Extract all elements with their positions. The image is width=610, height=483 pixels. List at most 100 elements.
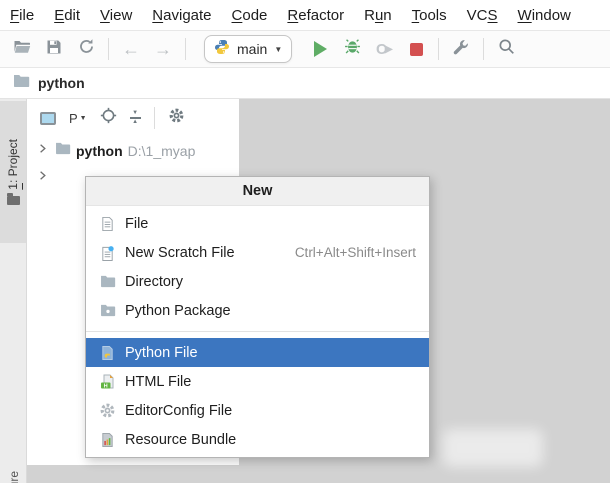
sync-icon — [78, 38, 95, 60]
tree-row-python-root[interactable]: python D:\1_myap — [27, 137, 239, 164]
breadcrumb-project[interactable]: python — [38, 75, 85, 91]
settings-wrench-button[interactable] — [451, 38, 471, 60]
file-icon — [99, 215, 116, 232]
menu-item-label: Python File — [125, 345, 198, 361]
folder-icon — [7, 196, 20, 205]
menu-item-file[interactable]: File — [86, 209, 429, 238]
editorconfig-file-icon — [99, 402, 116, 419]
run-icon — [314, 41, 327, 57]
python-package-icon — [99, 302, 116, 319]
view-selector[interactable]: P ▼ — [69, 111, 87, 126]
open-project-icon — [13, 39, 31, 60]
menu-navigate[interactable]: Navigate — [152, 7, 211, 24]
save-all-icon — [46, 39, 62, 60]
menu-item-label: EditorConfig File — [125, 403, 232, 419]
menu-code[interactable]: Code — [232, 7, 268, 24]
menu-item-label: Directory — [125, 274, 183, 290]
collapse-all-icon: ▼▲ — [130, 111, 141, 125]
separator — [108, 38, 109, 60]
search-everywhere-button[interactable] — [496, 38, 516, 60]
python-logo-icon — [214, 39, 230, 60]
menu-item-label: New Scratch File — [125, 245, 235, 261]
menu-item-label: Resource Bundle — [125, 432, 236, 448]
menu-item-label: File — [125, 216, 148, 232]
save-all-button[interactable] — [44, 38, 64, 60]
back-button[interactable]: ← — [121, 38, 141, 60]
menu-item-python-package[interactable]: Python Package — [86, 296, 429, 325]
menu-group-1: File New Scratch File Ctrl+Alt+Shift+Ins… — [86, 206, 429, 328]
menu-item-label: HTML File — [125, 374, 191, 390]
folder-icon — [13, 74, 30, 93]
menu-vcs[interactable]: VCS — [467, 7, 498, 24]
menu-edit[interactable]: Edit — [54, 7, 80, 24]
separator — [438, 38, 439, 60]
svg-text:H: H — [103, 383, 107, 389]
debug-icon — [344, 38, 361, 60]
chevron-down-icon: ▼ — [80, 115, 87, 122]
menu-run[interactable]: Run — [364, 7, 392, 24]
folder-icon — [55, 142, 71, 160]
menu-item-editorconfig-file[interactable]: EditorConfig File — [86, 396, 429, 425]
project-view-button[interactable] — [40, 112, 56, 125]
popup-title: New — [86, 177, 429, 206]
separator — [86, 331, 429, 332]
python-file-icon — [99, 344, 116, 361]
tool-window-tab-structure[interactable]: ure — [7, 471, 21, 483]
menu-bar: File Edit View Navigate Code Refactor Ru… — [0, 0, 610, 30]
pycharm-window: File Edit View Navigate Code Refactor Ru… — [0, 0, 610, 483]
stop-icon — [410, 43, 423, 56]
directory-icon — [99, 273, 116, 290]
menu-item-python-file[interactable]: Python File — [86, 338, 429, 367]
watermark-blob — [443, 429, 543, 467]
resource-bundle-icon — [99, 431, 116, 448]
menu-refactor[interactable]: Refactor — [287, 7, 344, 24]
coverage-button[interactable]: C▶ — [374, 38, 394, 60]
menu-item-html-file[interactable]: H HTML File — [86, 367, 429, 396]
chevron-down-icon: ▼ — [274, 45, 282, 54]
menu-item-directory[interactable]: Directory — [86, 267, 429, 296]
panel-settings-button[interactable] — [168, 107, 185, 129]
run-button[interactable] — [310, 38, 330, 60]
menu-item-new-scratch-file[interactable]: New Scratch File Ctrl+Alt+Shift+Insert — [86, 238, 429, 267]
menu-item-resource-bundle[interactable]: Resource Bundle — [86, 425, 429, 454]
chevron-right-icon[interactable] — [35, 168, 50, 188]
debug-button[interactable] — [342, 38, 362, 60]
project-panel-toolbar: P ▼ ▼▲ — [27, 99, 239, 137]
separator — [154, 107, 155, 129]
menu-file[interactable]: File — [10, 7, 34, 24]
locate-button[interactable] — [100, 107, 117, 129]
gear-icon — [168, 107, 185, 129]
tree-root-path: D:\1_myap — [128, 143, 196, 159]
separator — [483, 38, 484, 60]
html-file-icon: H — [99, 373, 116, 390]
menu-item-shortcut: Ctrl+Alt+Shift+Insert — [295, 245, 416, 260]
new-context-menu: New File New Scratch File Ctrl+Alt+Shift… — [85, 176, 430, 458]
forward-button[interactable]: → — [153, 38, 173, 60]
tree-root-name: python — [76, 143, 123, 159]
run-config-selector[interactable]: main ▼ — [204, 35, 292, 63]
coverage-icon: C▶ — [376, 41, 393, 58]
main-area: 1: Project ure P ▼ ▼▲ — [0, 99, 610, 483]
stop-button[interactable] — [406, 38, 426, 60]
run-config-label: main — [237, 41, 267, 57]
sync-button[interactable] — [76, 38, 96, 60]
tool-window-tab-project[interactable]: 1: Project — [0, 101, 26, 243]
new-scratch-file-icon — [99, 244, 116, 261]
menu-item-label: Python Package — [125, 303, 231, 319]
collapse-all-button[interactable]: ▼▲ — [130, 111, 141, 125]
menu-tools[interactable]: Tools — [412, 7, 447, 24]
project-view-icon — [40, 112, 56, 125]
chevron-right-icon[interactable] — [35, 141, 50, 161]
menu-view[interactable]: View — [100, 7, 132, 24]
back-icon: ← — [122, 40, 140, 58]
menu-window[interactable]: Window — [518, 7, 571, 24]
forward-icon: → — [154, 40, 172, 58]
main-toolbar: ← → main ▼ C▶ — [0, 30, 610, 68]
locate-icon — [100, 107, 117, 129]
menu-group-2: Python File H HTML File EditorConfig Fil… — [86, 335, 429, 457]
open-button[interactable] — [12, 38, 32, 60]
navigation-bar: python — [0, 68, 610, 99]
search-icon — [498, 38, 515, 60]
separator — [185, 38, 186, 60]
tool-window-bar: 1: Project ure — [0, 99, 27, 483]
